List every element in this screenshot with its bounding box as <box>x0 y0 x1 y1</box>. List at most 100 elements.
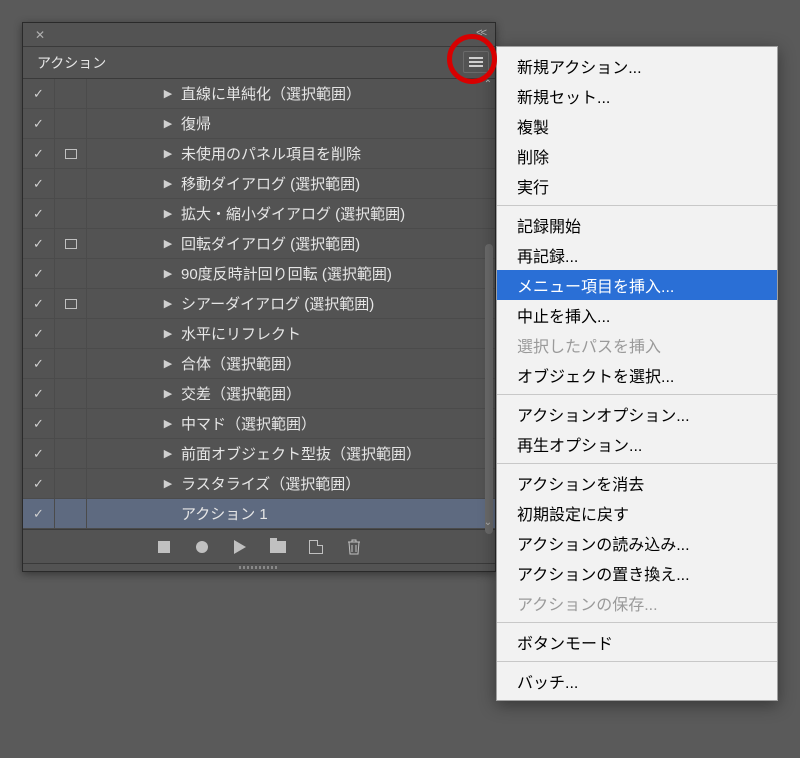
expand-arrow[interactable]: ▶ <box>157 177 179 190</box>
expand-arrow[interactable]: ▶ <box>157 207 179 220</box>
toggle-enabled[interactable]: ✓ <box>23 469 55 498</box>
scrollbar-thumb[interactable] <box>485 244 493 534</box>
toggle-dialog[interactable] <box>55 199 87 228</box>
menu-item[interactable]: 新規セット... <box>497 81 777 111</box>
toggle-enabled[interactable]: ✓ <box>23 409 55 438</box>
toggle-enabled[interactable]: ✓ <box>23 79 55 108</box>
scroll-up-icon[interactable]: ⌃ <box>482 79 494 91</box>
menu-item[interactable]: 記録開始 <box>497 210 777 240</box>
toggle-dialog[interactable] <box>55 169 87 198</box>
action-label: 直線に単純化（選択範囲） <box>179 83 495 104</box>
expand-arrow[interactable]: ▶ <box>157 447 179 460</box>
toggle-enabled[interactable]: ✓ <box>23 259 55 288</box>
expand-arrow[interactable]: ▶ <box>157 147 179 160</box>
resize-grip[interactable] <box>23 563 495 571</box>
expand-arrow[interactable]: ▶ <box>157 387 179 400</box>
toggle-enabled[interactable]: ✓ <box>23 199 55 228</box>
check-icon: ✓ <box>33 176 44 192</box>
expand-arrow[interactable]: ▶ <box>157 117 179 130</box>
toggle-dialog[interactable] <box>55 139 87 168</box>
action-row[interactable]: ✓▶拡大・縮小ダイアログ (選択範囲) <box>23 199 495 229</box>
menu-item[interactable]: 新規アクション... <box>497 51 777 81</box>
toggle-dialog[interactable] <box>55 409 87 438</box>
toggle-enabled[interactable]: ✓ <box>23 169 55 198</box>
menu-item[interactable]: アクションを消去 <box>497 468 777 498</box>
toggle-enabled[interactable]: ✓ <box>23 349 55 378</box>
action-label: 復帰 <box>179 113 495 134</box>
toggle-dialog[interactable] <box>55 379 87 408</box>
toggle-enabled[interactable]: ✓ <box>23 499 55 528</box>
action-row[interactable]: ✓▶90度反時計回り回転 (選択範囲) <box>23 259 495 289</box>
toggle-enabled[interactable]: ✓ <box>23 109 55 138</box>
toggle-enabled[interactable]: ✓ <box>23 289 55 318</box>
menu-item[interactable]: 初期設定に戻す <box>497 498 777 528</box>
menu-item[interactable]: バッチ... <box>497 666 777 696</box>
menu-item[interactable]: アクションの置き換え... <box>497 558 777 588</box>
check-icon: ✓ <box>33 416 44 432</box>
action-row[interactable]: ✓▶合体（選択範囲） <box>23 349 495 379</box>
scroll-down-icon[interactable]: ⌄ <box>482 517 494 529</box>
chevron-right-icon: ▶ <box>164 237 172 250</box>
new-action-button[interactable] <box>308 539 324 555</box>
toggle-dialog[interactable] <box>55 259 87 288</box>
menu-item[interactable]: アクションオプション... <box>497 399 777 429</box>
action-row[interactable]: ✓▶中マド（選択範囲） <box>23 409 495 439</box>
toggle-dialog[interactable] <box>55 349 87 378</box>
action-row[interactable]: ✓▶ラスタライズ（選択範囲） <box>23 469 495 499</box>
menu-item[interactable]: 中止を挿入... <box>497 300 777 330</box>
toggle-dialog[interactable] <box>55 469 87 498</box>
toggle-dialog[interactable] <box>55 319 87 348</box>
expand-arrow[interactable]: ▶ <box>157 267 179 280</box>
expand-arrow[interactable]: ▶ <box>157 327 179 340</box>
toggle-dialog[interactable] <box>55 79 87 108</box>
action-row[interactable]: ✓ ▶ 水平にリフレクト <box>23 319 495 349</box>
menu-item[interactable]: ボタンモード <box>497 627 777 657</box>
expand-arrow[interactable]: ▶ <box>157 477 179 490</box>
check-icon: ✓ <box>33 266 44 282</box>
stop-button[interactable] <box>156 539 172 555</box>
action-row[interactable]: ✓▶回転ダイアログ (選択範囲) <box>23 229 495 259</box>
menu-item[interactable]: 実行 <box>497 171 777 201</box>
action-row[interactable]: ✓▶シアーダイアログ (選択範囲) <box>23 289 495 319</box>
tab-actions[interactable]: アクション <box>23 47 120 78</box>
menu-item[interactable]: メニュー項目を挿入... <box>497 270 777 300</box>
toggle-dialog[interactable] <box>55 289 87 318</box>
action-row[interactable]: ✓▶交差（選択範囲） <box>23 379 495 409</box>
action-row[interactable]: ✓▶前面オブジェクト型抜（選択範囲） <box>23 439 495 469</box>
expand-arrow[interactable]: ▶ <box>157 297 179 310</box>
menu-item[interactable]: 削除 <box>497 141 777 171</box>
menu-item[interactable]: 再記録... <box>497 240 777 270</box>
action-row[interactable]: ✓▶移動ダイアログ (選択範囲) <box>23 169 495 199</box>
expand-arrow[interactable]: ▶ <box>157 417 179 430</box>
menu-item[interactable]: オブジェクトを選択... <box>497 360 777 390</box>
collapse-chevron-icon[interactable]: << <box>476 27 485 39</box>
toggle-dialog[interactable] <box>55 229 87 258</box>
action-label: 水平にリフレクト <box>179 323 495 344</box>
play-button[interactable] <box>232 539 248 555</box>
chevron-right-icon: ▶ <box>164 327 172 340</box>
new-set-button[interactable] <box>270 539 286 555</box>
expand-arrow[interactable]: ▶ <box>157 87 179 100</box>
action-row[interactable]: ✓ ▶復帰 <box>23 109 495 139</box>
toggle-dialog[interactable] <box>55 109 87 138</box>
action-row[interactable]: ✓ ▶直線に単純化（選択範囲） <box>23 79 495 109</box>
action-row[interactable]: ✓▶未使用のパネル項目を削除 <box>23 139 495 169</box>
delete-button[interactable] <box>346 539 362 555</box>
toggle-enabled[interactable]: ✓ <box>23 139 55 168</box>
toggle-enabled[interactable]: ✓ <box>23 379 55 408</box>
panel-titlebar[interactable]: ✕ << <box>23 23 495 47</box>
record-button[interactable] <box>194 539 210 555</box>
menu-item[interactable]: 複製 <box>497 111 777 141</box>
expand-arrow[interactable]: ▶ <box>157 237 179 250</box>
toggle-dialog[interactable] <box>55 439 87 468</box>
panel-menu-button[interactable] <box>463 51 489 73</box>
action-row-selected[interactable]: ✓アクション 1 <box>23 499 495 529</box>
toggle-dialog[interactable] <box>55 499 87 528</box>
toggle-enabled[interactable]: ✓ <box>23 319 55 348</box>
menu-item[interactable]: アクションの読み込み... <box>497 528 777 558</box>
toggle-enabled[interactable]: ✓ <box>23 229 55 258</box>
expand-arrow[interactable]: ▶ <box>157 357 179 370</box>
toggle-enabled[interactable]: ✓ <box>23 439 55 468</box>
close-icon[interactable]: ✕ <box>35 29 45 41</box>
menu-item[interactable]: 再生オプション... <box>497 429 777 459</box>
